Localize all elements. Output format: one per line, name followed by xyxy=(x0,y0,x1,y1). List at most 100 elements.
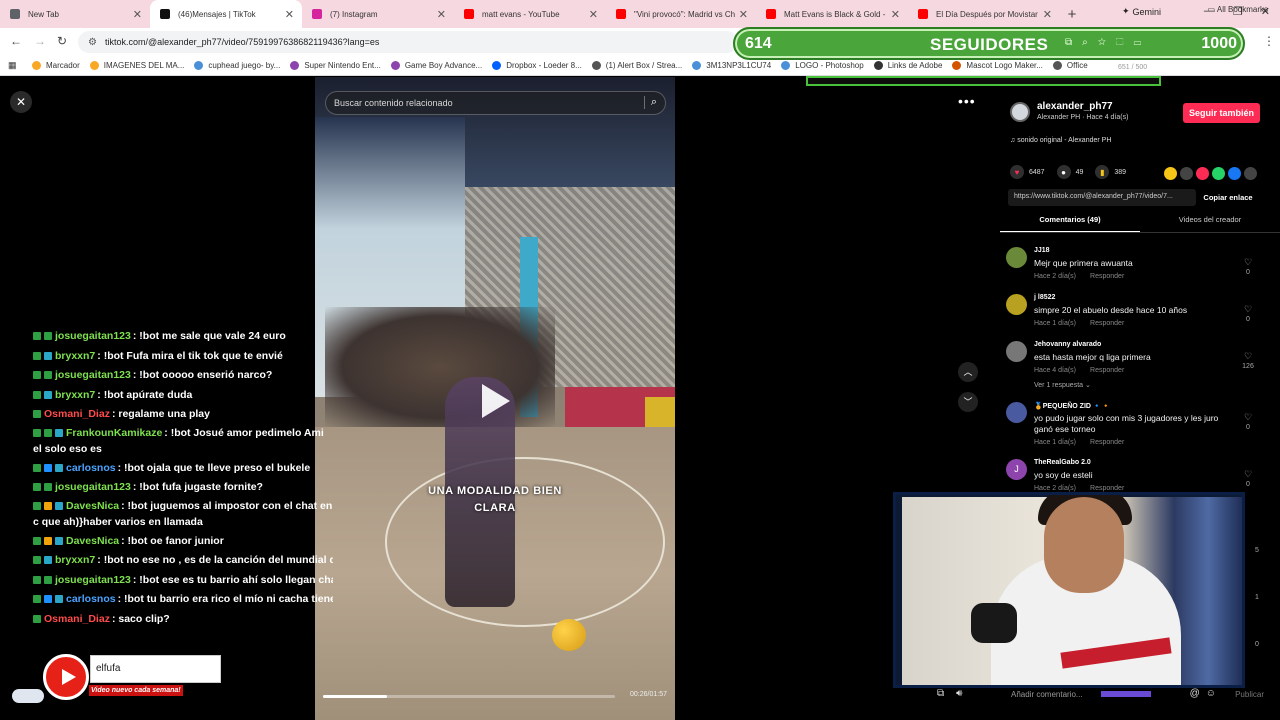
copy-link-button[interactable]: Copiar enlace xyxy=(1198,189,1258,206)
like-button[interactable]: ♥ 6487 xyxy=(1010,165,1045,179)
comment-username[interactable]: Jehovanny alvarado xyxy=(1034,341,1101,348)
browser-tab[interactable]: (7) Instagram ✕ xyxy=(302,0,454,28)
bookmark-item[interactable]: Mascot Logo Maker... xyxy=(952,61,1043,70)
comment-button[interactable]: ● 49 xyxy=(1056,165,1083,179)
all-bookmarks[interactable]: ▭ All Bookmarks xyxy=(1208,5,1268,14)
avatar[interactable] xyxy=(1006,341,1027,362)
chat-badge-icon xyxy=(44,483,52,492)
comment-like-icon[interactable]: ♡ xyxy=(1238,351,1258,362)
bookmark-item[interactable]: Links de Adobe xyxy=(873,61,942,70)
favicon-icon xyxy=(464,9,474,19)
embed-icon[interactable] xyxy=(1164,167,1177,180)
bookmark-item[interactable]: Game Boy Advance... xyxy=(390,61,482,70)
tab-comments[interactable]: Comentarios (49) xyxy=(1000,215,1140,233)
play-icon[interactable] xyxy=(482,384,510,418)
apps-icon[interactable]: ▦ xyxy=(8,60,18,71)
code-icon[interactable] xyxy=(1180,167,1193,180)
browser-tab[interactable]: New Tab ✕ xyxy=(0,0,150,28)
tab-strip: New Tab ✕ (46)Mensajes | TikTok ✕ (7) Instag… xyxy=(0,0,1280,28)
tab-close-icon[interactable]: ✕ xyxy=(739,8,748,21)
related-search-input[interactable]: Buscar contenido relacionado ⌕ xyxy=(325,91,666,115)
volume-icon[interactable]: 🔊︎ xyxy=(956,688,974,699)
bookmark-item[interactable]: IMAGENES DEL MA... xyxy=(89,61,184,70)
facebook-icon[interactable] xyxy=(1228,167,1241,180)
comment-username[interactable]: j l8522 xyxy=(1034,294,1055,301)
sound-link[interactable]: ♫ sonido original - Alexander PH xyxy=(1010,137,1111,144)
comment-like-icon[interactable]: ♡ xyxy=(1238,304,1258,315)
bookmark-icon xyxy=(781,61,791,70)
avatar[interactable] xyxy=(1006,402,1027,423)
tab-creator-videos[interactable]: Videos del creador xyxy=(1140,215,1280,224)
tab-close-icon[interactable]: ✕ xyxy=(589,8,598,21)
tab-close-icon[interactable]: ✕ xyxy=(133,8,142,21)
tab-close-icon[interactable]: ✕ xyxy=(1043,8,1052,21)
menu-icon[interactable]: ⋮ xyxy=(1263,34,1275,48)
bookmark-item[interactable]: 3M13NP3L1CU74 xyxy=(692,61,771,70)
close-icon[interactable]: ✕ xyxy=(10,91,32,113)
search-icon[interactable]: ⌕ xyxy=(643,96,657,109)
reply-button[interactable]: Responder xyxy=(1090,439,1124,446)
picture-in-picture-icon[interactable]: ⧉🔊︎ xyxy=(937,688,974,699)
bookmark-item[interactable]: Dropbox - Loeder 8... xyxy=(492,61,582,70)
comment-input[interactable]: Añadir comentario... xyxy=(1011,690,1083,699)
tab-close-icon[interactable]: ✕ xyxy=(285,8,294,21)
comment-like-icon[interactable]: ♡ xyxy=(1238,469,1258,480)
stream-status-icons xyxy=(12,689,44,703)
more-options-icon[interactable]: ••• xyxy=(958,93,976,109)
video-link-field[interactable]: https://www.tiktok.com/@alexander_ph77/v… xyxy=(1008,189,1196,206)
bookmark-item[interactable]: Super Nintendo Ent... xyxy=(290,61,381,70)
avatar[interactable] xyxy=(1010,102,1030,122)
bookmark-item[interactable]: (1) Alert Box / Strea... xyxy=(591,61,682,70)
heart-icon: ♥ xyxy=(1010,165,1024,179)
browser-tab[interactable]: (46)Mensajes | TikTok ✕ xyxy=(150,0,302,28)
comment-username[interactable]: 🏅PEQUEÑO ZID 🔹🔸 xyxy=(1034,402,1110,410)
creator-username[interactable]: alexander_ph77 xyxy=(1037,101,1113,112)
comment-username[interactable]: JJ18 xyxy=(1034,247,1050,254)
comment-like-icon[interactable]: ♡ xyxy=(1238,412,1258,423)
comment-like-icon[interactable]: ♡ xyxy=(1238,257,1258,268)
reload-icon[interactable]: ↻ xyxy=(57,34,67,48)
bookmark-item[interactable]: Marcador xyxy=(32,61,80,70)
next-video-icon[interactable]: ﹀ xyxy=(958,392,978,412)
follow-button[interactable]: Seguir también xyxy=(1183,103,1260,123)
reply-button[interactable]: Responder xyxy=(1090,485,1124,492)
reply-button[interactable]: Responder xyxy=(1090,273,1124,280)
forward-icon[interactable]: → xyxy=(34,34,46,48)
whatsapp-icon[interactable] xyxy=(1212,167,1225,180)
gemini-button[interactable]: ✦ Gemini xyxy=(1122,6,1161,17)
send-icon[interactable] xyxy=(1196,167,1209,180)
browser-tab[interactable]: Matt Evans is Black & Gold - ✕ xyxy=(756,0,908,28)
address-bar[interactable]: ⚙ tiktok.com/@alexander_ph77/video/75919… xyxy=(78,31,738,53)
comment-text: esta hasta mejor q liga primera xyxy=(1034,352,1151,362)
browser-tab[interactable]: "Vini provocó": Madrid vs Ch ✕ xyxy=(606,0,756,28)
tab-close-icon[interactable]: ✕ xyxy=(437,8,446,21)
tab-close-icon[interactable]: ✕ xyxy=(891,8,900,21)
publish-button[interactable]: Publicar xyxy=(1235,690,1264,699)
browser-tab[interactable]: El Día Después por Movistar ✕ xyxy=(908,0,1060,28)
video-progress-bar[interactable] xyxy=(323,695,615,698)
reply-button[interactable]: Responder xyxy=(1090,320,1124,327)
bookmark-item[interactable]: cuphead juego- by... xyxy=(194,61,280,70)
comment-username[interactable]: TheRealGabo 2.0 xyxy=(1034,459,1091,466)
reply-button[interactable]: Responder xyxy=(1090,367,1124,374)
bookmark-item[interactable]: LOGO - Photoshop xyxy=(781,61,864,70)
avatar[interactable] xyxy=(1006,247,1027,268)
save-button[interactable]: ▮ 389 xyxy=(1095,165,1126,179)
video-player[interactable]: Buscar contenido relacionado ⌕ UNA MODAL… xyxy=(315,77,675,720)
site-info-icon[interactable]: ⚙ xyxy=(88,37,97,48)
avatar[interactable] xyxy=(1006,294,1027,315)
chat-username: Osmani_Diaz xyxy=(44,612,110,625)
follower-count: 614 xyxy=(745,35,772,52)
back-icon[interactable]: ← xyxy=(10,34,22,48)
share-arrow-icon[interactable] xyxy=(1244,167,1257,180)
new-tab-button[interactable]: + xyxy=(1060,6,1084,23)
bookmark-icon xyxy=(873,61,883,70)
chat-message: josuegaitan123: !bot me sale que vale 24… xyxy=(33,327,333,347)
browser-tab[interactable]: matt evans - YouTube ✕ xyxy=(454,0,606,28)
mention-icon[interactable]: @☺ xyxy=(1190,688,1222,699)
previous-video-icon[interactable]: ︿ xyxy=(958,362,978,382)
emoji-icon[interactable]: ☺ xyxy=(1206,688,1222,699)
bookmark-item[interactable]: Office xyxy=(1052,61,1088,70)
view-replies-button[interactable]: Ver 1 respuesta ⌄ xyxy=(1034,381,1091,389)
avatar[interactable]: J xyxy=(1006,459,1027,480)
